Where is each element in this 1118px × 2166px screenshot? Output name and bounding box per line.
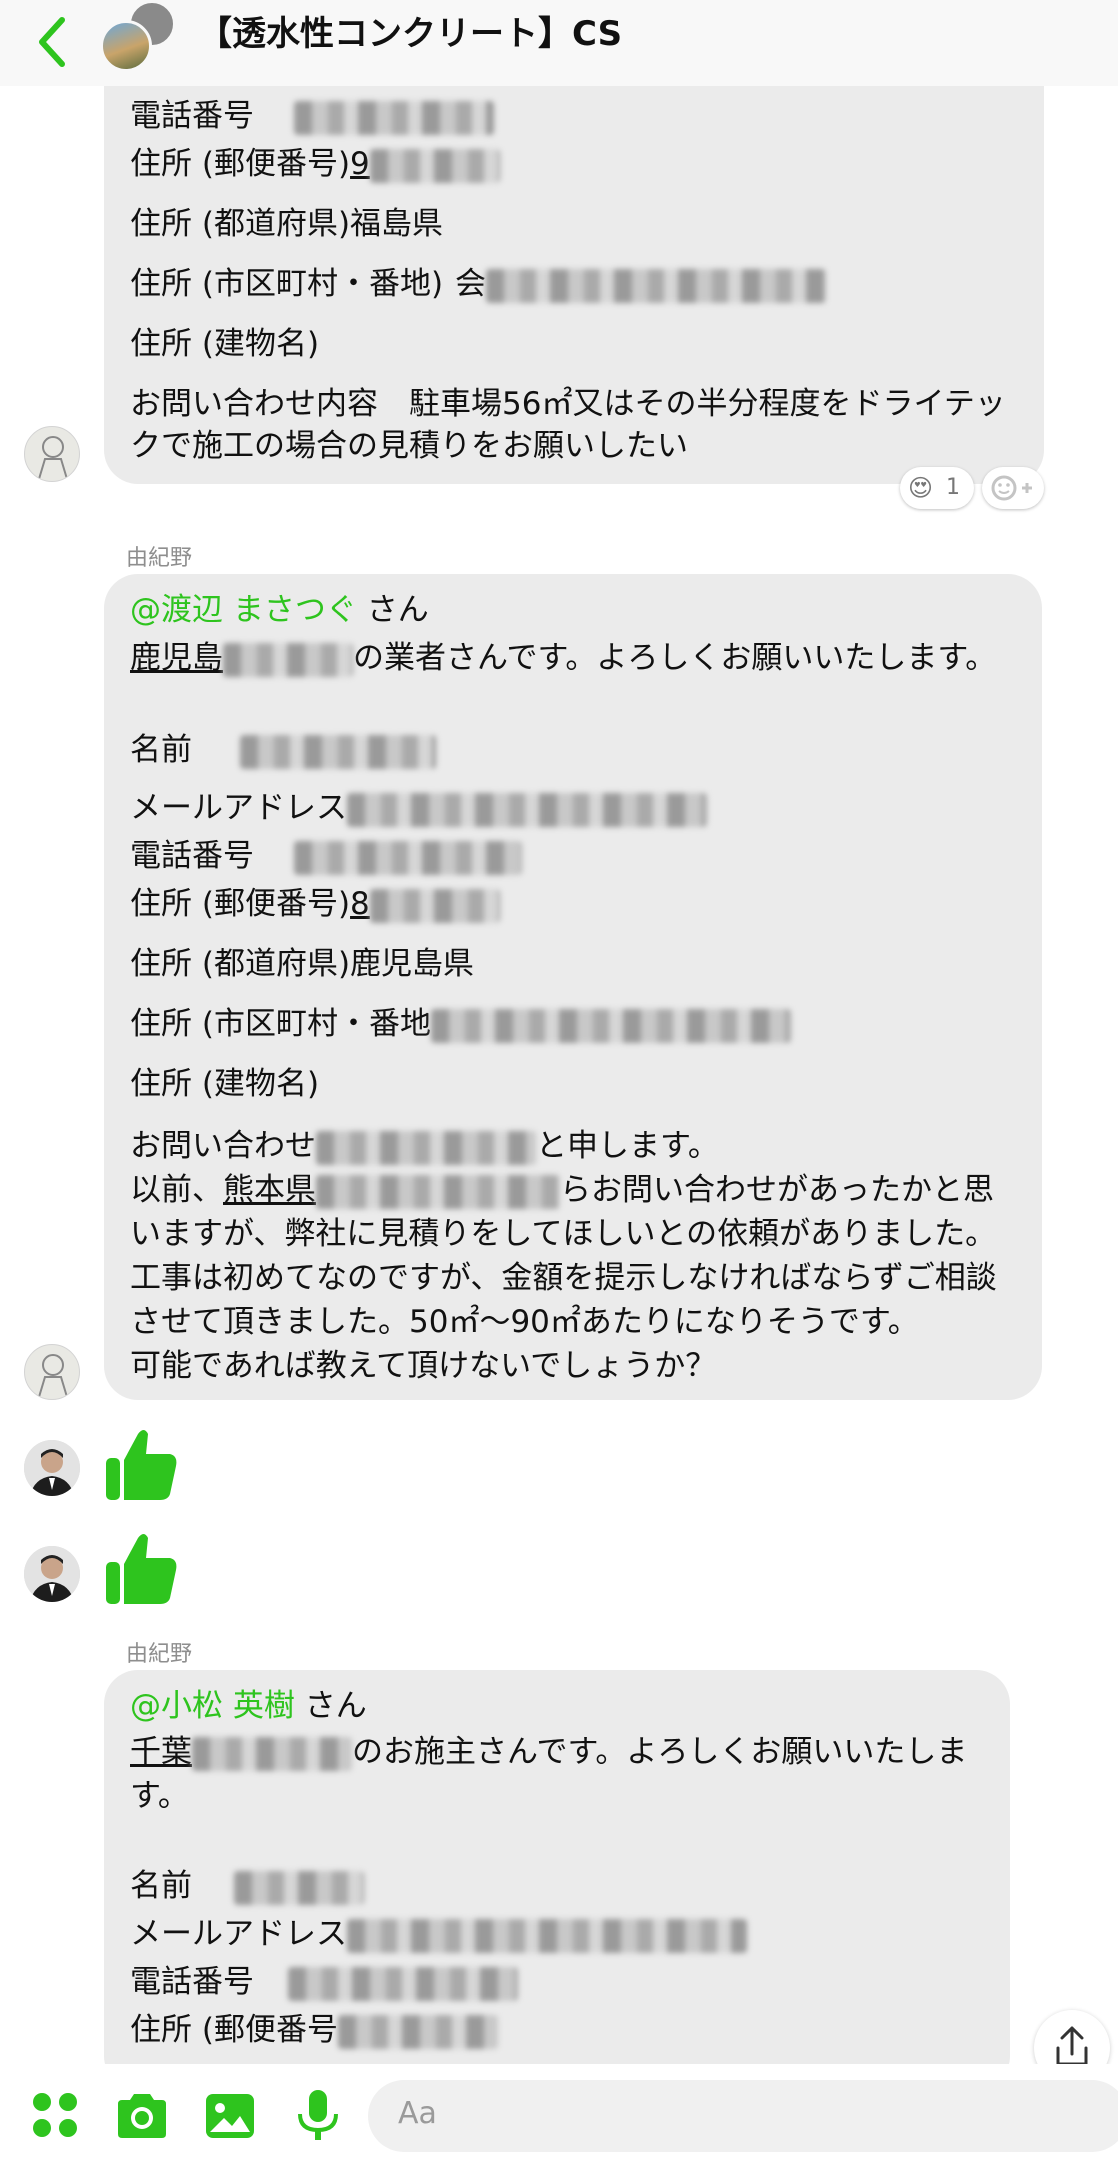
chat-title[interactable]: 【透水性コンクリート】CS <box>198 12 622 56</box>
person-avatar-icon <box>24 1440 80 1496</box>
redacted-text <box>240 734 436 769</box>
field-label: 電話番号 <box>130 838 254 874</box>
avatar[interactable] <box>24 1344 80 1400</box>
field-label: 名前 <box>130 1868 192 1904</box>
message-text: す。 <box>130 1778 189 1814</box>
sender-name: 由紀野 <box>126 546 193 571</box>
field-building: 住所 (建物名) <box>130 326 320 362</box>
avatar[interactable] <box>24 1440 80 1496</box>
thumbs-up-icon[interactable] <box>100 1528 180 1608</box>
message-text: さん <box>294 1688 367 1724</box>
field-prefecture: 住所 (都道府県)鹿児島県 <box>130 946 475 982</box>
field-value: 8 <box>350 886 370 922</box>
add-reaction-button[interactable] <box>982 467 1044 509</box>
message-text: 鹿児島 <box>130 640 223 676</box>
person-avatar-icon <box>24 1546 80 1602</box>
redacted-text <box>369 148 500 183</box>
message-composer: Aa <box>0 2064 1118 2166</box>
message-bubble[interactable]: @渡辺 まさつぐ さん 鹿児島 の業者さんです。よろしくお願いいたします。 名前 … <box>104 574 1042 1400</box>
message-text: お問い合わせ <box>130 1128 316 1164</box>
redacted-text <box>337 2014 498 2049</box>
heart-eyes-icon: 😍 <box>908 474 934 502</box>
field-label: メールアドレス <box>130 1916 347 1952</box>
message-text: クで施工の場合の見積りをお願いしたい <box>130 428 688 464</box>
field-label: 電話番号 <box>130 98 254 134</box>
message-text: 工事は初めてなのですが、金額を提示しなければならずご相談 <box>130 1260 997 1296</box>
field-label: 住所 (郵便番号 <box>130 2012 338 2048</box>
chat-header: 【透水性コンクリート】CS <box>0 0 1118 86</box>
thumbs-up-icon[interactable] <box>100 1424 180 1504</box>
message-text: の業者さんです。よろしくお願いいたします。 <box>353 640 997 676</box>
image-icon[interactable] <box>200 2086 260 2146</box>
redacted-text <box>192 1736 352 1771</box>
field-label: メールアドレス <box>130 790 347 826</box>
message-text: さん <box>356 592 429 628</box>
sketch-avatar-icon <box>38 1354 68 1398</box>
redacted-text <box>288 1966 518 2001</box>
avatar <box>100 20 152 72</box>
field-label: 住所 (市区町村・番地 <box>130 1006 431 1042</box>
field-label: 住所 (郵便番号) <box>130 886 351 922</box>
message-text: させて頂きました。50㎡〜90㎡あたりになりそうです。 <box>130 1304 919 1340</box>
redacted-text <box>294 100 494 135</box>
field-label: 名前 <box>130 732 192 768</box>
field-building: 住所 (建物名) <box>130 1066 320 1102</box>
add-reaction-icon <box>991 475 1032 501</box>
message-text: お問い合わせ内容 駐車場56㎡又はその半分程度をドライテッ <box>130 386 1006 422</box>
field-value: 会 <box>455 266 487 302</box>
field-value: 9 <box>350 146 370 182</box>
message-bubble[interactable]: @小松 英樹 さん 千葉 のお施主さんです。よろしくお願いいたしま す。 名前 メ… <box>104 1670 1010 2090</box>
redacted-text <box>486 268 827 303</box>
redacted-text <box>316 1174 560 1209</box>
field-prefecture: 住所 (都道府県)福島県 <box>130 206 444 242</box>
redacted-text <box>430 1008 791 1043</box>
input-placeholder: Aa <box>398 2096 437 2131</box>
chevron-left-icon[interactable] <box>30 12 80 72</box>
message-text: 可能であれば教えて頂けないでしょうか？ <box>130 1348 717 1384</box>
message-text: 以前、 <box>130 1172 223 1208</box>
avatar[interactable] <box>24 426 80 482</box>
message-text: 千葉 <box>130 1734 192 1770</box>
reaction-badge[interactable]: 😍 1 <box>900 467 974 509</box>
field-label: 住所 (市区町村・番地) <box>130 266 444 302</box>
message-text: と申します。 <box>536 1128 719 1164</box>
redacted-text <box>234 1870 364 1905</box>
apps-icon[interactable] <box>26 2086 86 2146</box>
redacted-text <box>223 642 353 677</box>
message-input[interactable]: Aa <box>368 2080 1118 2152</box>
camera-icon[interactable] <box>112 2086 172 2146</box>
avatar[interactable] <box>24 1546 80 1602</box>
message-text: いますが、弊社に見積りをしてほしいとの依頼がありました。 <box>130 1216 997 1252</box>
sender-name: 由紀野 <box>126 1642 193 1667</box>
redacted-text <box>369 888 500 923</box>
group-avatar[interactable] <box>100 0 190 80</box>
reaction-count: 1 <box>946 475 960 500</box>
microphone-icon[interactable] <box>288 2086 348 2146</box>
message-text: らお問い合わせがあったかと思 <box>560 1172 994 1208</box>
redacted-text <box>347 792 707 827</box>
redacted-text <box>347 1918 747 1953</box>
redacted-text <box>316 1130 536 1165</box>
field-label: 電話番号 <box>130 1964 254 2000</box>
mention-link[interactable]: @小松 英樹 <box>130 1688 295 1724</box>
sketch-avatar-icon <box>38 436 68 480</box>
redacted-text <box>294 840 522 875</box>
field-label: 住所 (郵便番号) <box>130 146 351 182</box>
message-text: のお施主さんです。よろしくお願いいたしま <box>352 1734 968 1770</box>
mention-link[interactable]: @渡辺 まさつぐ <box>130 592 357 628</box>
message-bubble[interactable]: 電話番号 住所 (郵便番号)9 住所 (都道府県)福島県 住所 (市区町村・番地… <box>104 60 1044 484</box>
message-text: 熊本県 <box>223 1172 316 1208</box>
